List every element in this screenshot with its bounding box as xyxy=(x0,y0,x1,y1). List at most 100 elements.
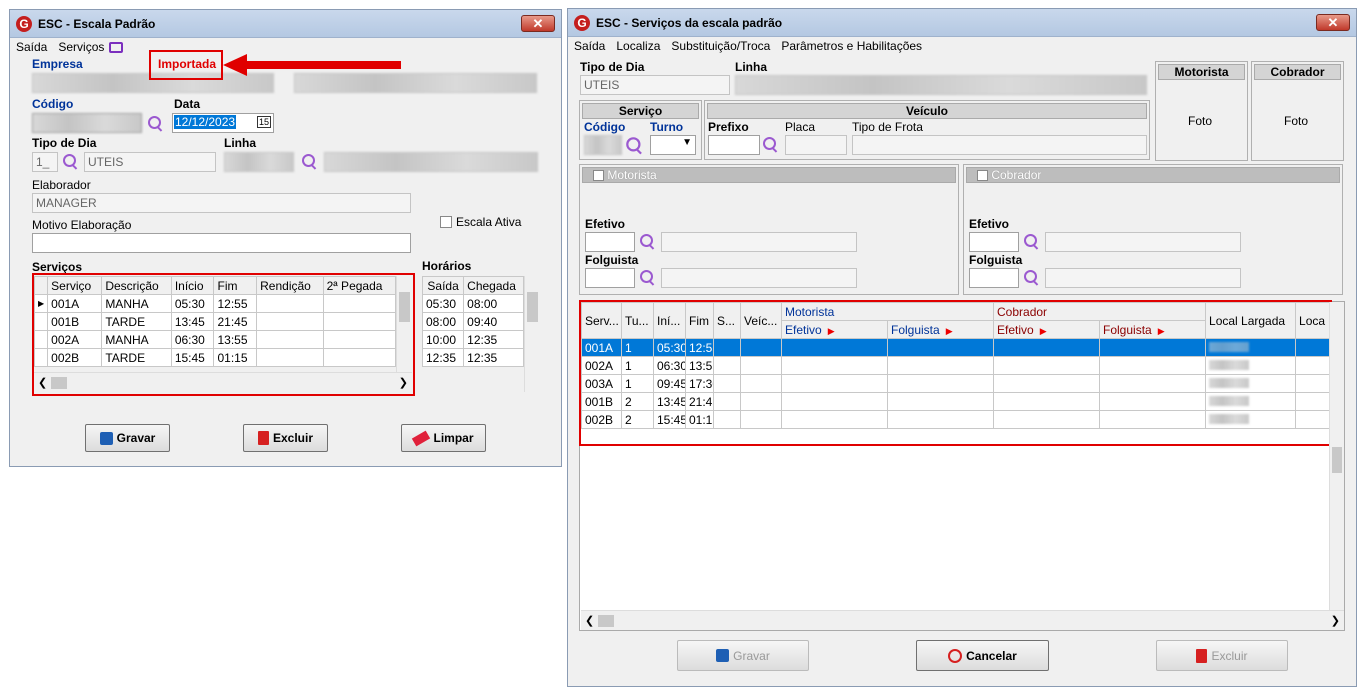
servicos-grid: Serv... Tu... Iní... Fim S... Veíc... Motoris… xyxy=(581,302,1331,429)
menu-servicos[interactable]: Serviços xyxy=(58,40,104,54)
col-header[interactable]: Rendição xyxy=(256,276,324,295)
menu-substituicao[interactable]: Substituição/Troca xyxy=(671,39,770,53)
tipo-dia-name: UTEIS xyxy=(84,152,216,172)
servicos-label: Serviços xyxy=(32,260,83,274)
close-button[interactable]: ✕ xyxy=(521,15,555,32)
cobrador-efetivo-name xyxy=(1045,232,1241,252)
elaborador-label: Elaborador xyxy=(32,178,91,192)
menu-saida[interactable]: Saída xyxy=(574,39,605,53)
motorista-efetivo-input[interactable] xyxy=(585,232,635,252)
limpar-button[interactable]: Limpar xyxy=(401,424,486,452)
excluir-button[interactable]: Excluir xyxy=(1156,640,1288,671)
horizontal-scrollbar[interactable]: ❮ ❯ xyxy=(581,610,1344,630)
vertical-scrollbar[interactable] xyxy=(1329,302,1344,610)
servico-group: Serviço Código Turno ▼ xyxy=(579,100,702,160)
window-escala-padrao: G ESC - Escala Padrão ✕ Saída Serviços E… xyxy=(9,9,562,467)
motorista-group: Motorista Efetivo Folguista xyxy=(579,164,959,295)
vertical-scrollbar[interactable] xyxy=(524,276,540,392)
monitor-icon[interactable] xyxy=(109,41,124,53)
table-row[interactable]: 10:00 12:35 xyxy=(421,330,524,349)
eraser-icon xyxy=(412,430,431,446)
gravar-button[interactable]: Gravar xyxy=(85,424,170,452)
search-icon[interactable] xyxy=(1024,270,1040,286)
motorista-folguista-input[interactable] xyxy=(585,268,635,288)
table-row[interactable]: 003A109:4517:30 xyxy=(581,374,1331,393)
search-icon[interactable] xyxy=(763,137,779,153)
motorista-checkbox[interactable] xyxy=(593,170,604,182)
search-icon[interactable] xyxy=(302,154,318,170)
tipo-dia-field: UTEIS xyxy=(580,75,730,95)
calendar-icon[interactable]: 15 xyxy=(256,116,271,128)
codigo-label: Código xyxy=(32,97,74,111)
tipo-dia-label: Tipo de Dia xyxy=(580,60,645,74)
cobrador-checkbox[interactable] xyxy=(977,170,988,182)
linha-field xyxy=(735,75,1147,95)
table-row[interactable]: 002B215:4501:15 xyxy=(581,410,1331,429)
tipo-frota-field xyxy=(852,135,1147,155)
motorista-folguista-name xyxy=(661,268,857,288)
window-title: ESC - Serviços da escala padrão xyxy=(596,15,783,30)
save-icon xyxy=(99,431,113,445)
horizontal-scrollbar[interactable]: ❮ ❯ xyxy=(34,372,412,392)
turno-select[interactable]: ▼ xyxy=(650,135,696,155)
table-row[interactable]: ▶ 001A MANHA 05:30 12:55 xyxy=(33,294,397,313)
search-icon[interactable] xyxy=(1024,234,1040,250)
cobrador-efetivo-input[interactable] xyxy=(969,232,1019,252)
table-row[interactable]: 05:30 08:00 xyxy=(421,294,524,313)
save-icon xyxy=(716,649,730,662)
linha-label: Linha xyxy=(735,60,767,74)
close-button[interactable]: ✕ xyxy=(1316,14,1350,31)
titlebar: G ESC - Escala Padrão ✕ xyxy=(10,10,561,38)
prefixo-input[interactable] xyxy=(708,135,760,155)
vertical-scrollbar[interactable] xyxy=(396,276,412,372)
table-row[interactable]: 002B TARDE 15:45 01:15 xyxy=(33,348,397,367)
table-row[interactable]: 001B213:4521:45 xyxy=(581,392,1331,411)
table-row[interactable]: 12:35 12:35 xyxy=(421,348,524,367)
motivo-input[interactable] xyxy=(32,233,411,253)
col-header[interactable]: Serviço xyxy=(47,276,103,295)
table-row[interactable]: 001A105:3012:55 xyxy=(581,338,1331,357)
horarios-label: Horários xyxy=(422,259,472,273)
search-icon[interactable] xyxy=(63,154,79,170)
cobrador-photo-panel: Cobrador Foto xyxy=(1251,61,1344,161)
search-icon[interactable] xyxy=(626,137,644,155)
tipo-dia-code[interactable]: 1_ xyxy=(32,152,58,172)
cancel-icon xyxy=(948,648,963,663)
linha-input[interactable] xyxy=(224,152,294,172)
table-row[interactable]: 002A106:3013:55 xyxy=(581,356,1331,375)
menu-bar: Saída Localiza Substituição/Troca Parâme… xyxy=(568,37,1356,55)
chevron-down-icon: ▼ xyxy=(682,137,692,148)
table-row[interactable]: 08:00 09:40 xyxy=(421,312,524,331)
col-header[interactable]: Descrição xyxy=(101,276,172,295)
col-header[interactable]: 2ª Pegada xyxy=(322,276,397,295)
col-header[interactable]: Início xyxy=(170,276,215,295)
app-logo-icon: G xyxy=(574,14,590,31)
veiculo-group: Veículo Prefixo Placa Tipo de Frota xyxy=(704,100,1150,160)
foto-label: Foto xyxy=(1188,114,1213,128)
elaborador-field[interactable]: MANAGER xyxy=(32,193,411,213)
codigo-input[interactable] xyxy=(32,113,142,133)
cancelar-button[interactable]: Cancelar xyxy=(916,640,1049,671)
motorista-photo-panel: Motorista Foto xyxy=(1155,61,1248,161)
codigo-input[interactable] xyxy=(584,135,622,155)
gravar-button[interactable]: Gravar xyxy=(677,640,809,671)
escala-ativa-checkbox[interactable] xyxy=(440,216,452,228)
table-row[interactable]: 001B TARDE 13:45 21:45 xyxy=(33,312,397,331)
motorista-efetivo-name xyxy=(661,232,857,252)
trash-icon xyxy=(257,431,269,445)
excluir-button[interactable]: Excluir xyxy=(243,424,328,452)
search-icon[interactable] xyxy=(148,116,164,132)
arrow-annotation xyxy=(223,54,401,76)
search-icon[interactable] xyxy=(640,234,656,250)
search-icon[interactable] xyxy=(640,270,656,286)
menu-localiza[interactable]: Localiza xyxy=(616,39,660,53)
col-header[interactable]: Fim xyxy=(213,276,258,295)
linha-label: Linha xyxy=(224,136,256,150)
escala-ativa-label: Escala Ativa xyxy=(456,215,522,229)
menu-parametros[interactable]: Parâmetros e Habilitações xyxy=(781,39,922,53)
menu-saida[interactable]: Saída xyxy=(16,40,47,54)
table-row[interactable]: 002A MANHA 06:30 13:55 xyxy=(33,330,397,349)
empresa-label: Empresa xyxy=(32,57,83,71)
data-picker[interactable]: 12/12/2023 15 xyxy=(172,113,274,133)
cobrador-folguista-input[interactable] xyxy=(969,268,1019,288)
